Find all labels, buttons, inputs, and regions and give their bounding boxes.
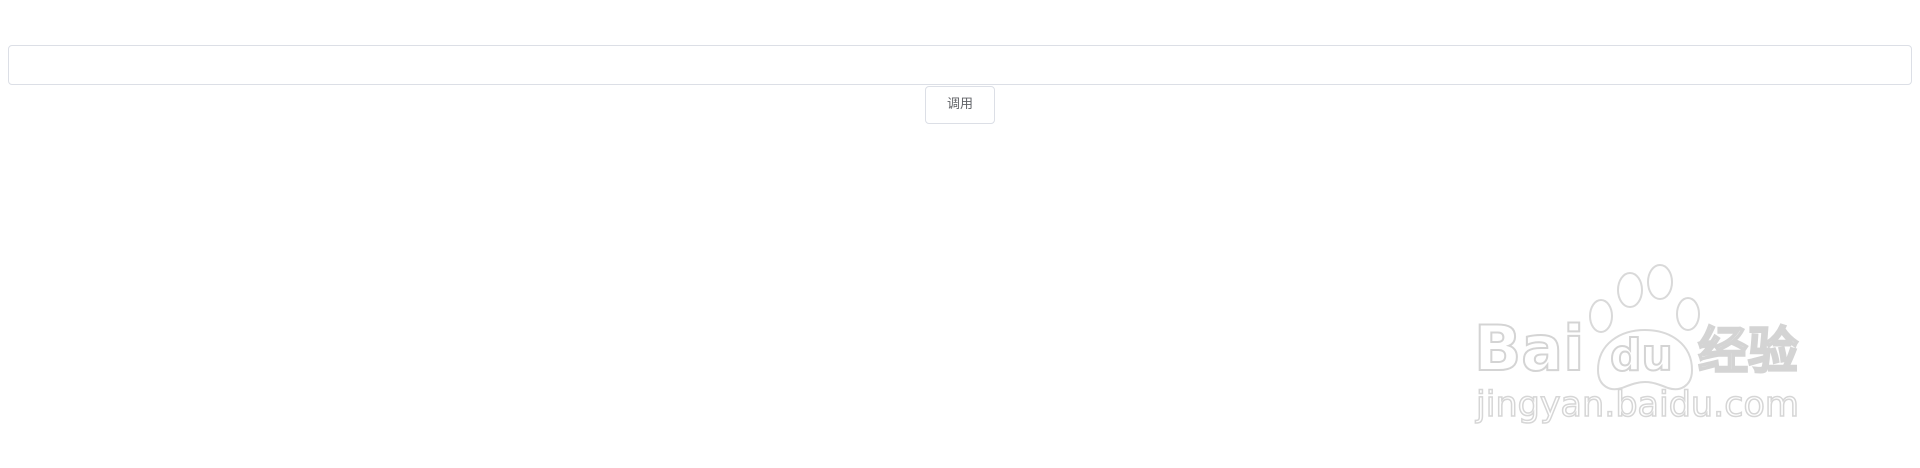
invoke-button[interactable]: 调用 (925, 86, 995, 124)
svg-text:Bai: Bai (1474, 312, 1584, 385)
baidu-jingyan-watermark: Bai du 经验 jingyan.baidu.com (1473, 264, 1800, 426)
svg-text:jingyan.baidu.com: jingyan.baidu.com (1475, 385, 1799, 425)
svg-text:du: du (1610, 330, 1673, 381)
text-input[interactable] (8, 45, 1912, 85)
svg-text:经验: 经验 (1698, 322, 1798, 380)
page: 调用 Bai du 经验 jingyan.baidu.com (0, 0, 1920, 468)
